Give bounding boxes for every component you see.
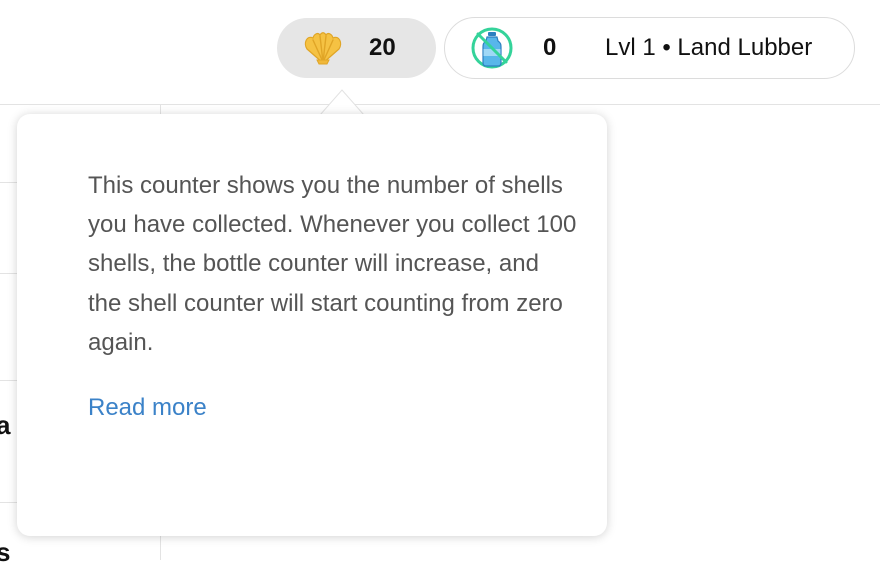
shell-counter-button[interactable]: 20	[277, 18, 436, 78]
tooltip-description: This counter shows you the number of she…	[88, 172, 577, 356]
background-text-fragment: a	[0, 410, 11, 440]
background-text-fragment: s	[0, 537, 11, 567]
no-plastic-bottle-icon	[470, 26, 514, 70]
bottle-count: 0	[543, 34, 557, 61]
shell-icon	[301, 30, 345, 66]
level-status-button[interactable]: 0 Lvl 1 • Land Lubber	[444, 17, 855, 79]
shell-count: 20	[369, 34, 396, 61]
shell-counter-tooltip: This counter shows you the number of she…	[17, 114, 607, 536]
level-label: Lvl 1 • Land Lubber	[605, 34, 813, 61]
tooltip-arrow	[320, 89, 364, 116]
top-header: 20 0 Lvl 1 • Land Lubber	[0, 0, 880, 105]
read-more-link[interactable]: Read more	[88, 394, 207, 422]
